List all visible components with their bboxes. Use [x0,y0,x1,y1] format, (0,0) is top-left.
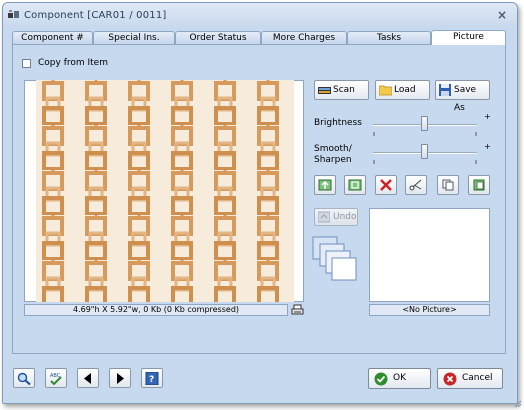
previous-button[interactable] [77,368,99,388]
smooth-plus: + [484,142,491,151]
folder-icon [379,85,392,96]
help-button[interactable]: ? [141,368,163,388]
right-arrow-icon [117,373,124,384]
fit-icon [348,179,362,191]
window-title: Component [CAR01 / 0011] [24,10,167,21]
copy-icon [442,179,454,191]
thumbnail-preview [369,208,490,302]
image-stack-icon [312,236,357,281]
copy-button[interactable] [437,175,459,195]
scan-button[interactable]: Scan [314,80,369,100]
undo-icon [318,211,330,223]
brightness-label: Brightness [314,118,362,128]
crop-icon [318,179,332,191]
brightness-ticks [373,132,477,136]
tab-component[interactable]: Component # 001 [12,31,93,55]
next-button[interactable] [109,368,131,388]
fabric-image [36,80,294,302]
scissors-icon [409,179,422,191]
brightness-slider-thumb[interactable] [420,116,428,131]
copy-from-item-label: Copy from Item [38,58,108,68]
close-button[interactable]: × [497,8,507,22]
tab-tasks[interactable]: Tasks [347,31,431,44]
cancel-x-icon [443,372,457,386]
search-button[interactable] [13,368,35,388]
smooth-label-line2: Sharpen [314,155,352,165]
smooth-slider-thumb[interactable] [420,144,428,159]
tab-order-status[interactable]: Order Status [175,31,261,44]
resize-grip[interactable] [514,400,522,408]
crop-button[interactable] [314,175,336,195]
svg-text:?: ? [149,375,154,385]
tab-special-ins[interactable]: Special Ins. [93,31,175,44]
preview-status: <No Picture> [369,304,490,316]
cancel-button[interactable]: Cancel [437,368,503,389]
ok-button[interactable]: OK [368,368,431,389]
smooth-label-line1: Smooth/ [314,144,352,154]
spell-check-button[interactable]: ABC [45,368,67,388]
floppy-disk-icon [439,84,451,96]
scanner-icon [318,87,331,94]
cut-button[interactable] [405,175,427,195]
copy-from-item-checkbox[interactable] [22,59,31,68]
delete-x-icon [380,179,392,191]
app-icon [8,10,19,18]
brightness-plus: + [484,112,491,121]
image-info-status: 4.69"h X 5.92"w, 0 Kb (0 Kb compressed) [24,304,288,316]
left-arrow-icon [84,373,91,384]
delete-button[interactable] [375,175,397,195]
tab-picture[interactable]: Picture [431,30,506,45]
ok-check-icon [374,372,388,386]
save-as-button[interactable]: Save As [435,80,490,113]
load-button[interactable]: Load [375,80,430,100]
paste-icon [473,179,485,191]
undo-button[interactable]: Undo [314,208,358,226]
spell-check-icon: ABC [50,373,62,385]
magnifier-icon [17,372,31,385]
paste-button[interactable] [468,175,490,195]
smooth-ticks [373,160,477,164]
tab-bar: Component # 001 Special Ins. Order Statu… [12,30,506,55]
title-bar: Component [CAR01 / 0011] × [3,3,517,27]
tab-more-charges[interactable]: More Charges [261,31,347,44]
fit-button[interactable] [344,175,366,195]
help-icon: ? [145,372,159,385]
scanner-small-icon[interactable] [291,304,304,316]
